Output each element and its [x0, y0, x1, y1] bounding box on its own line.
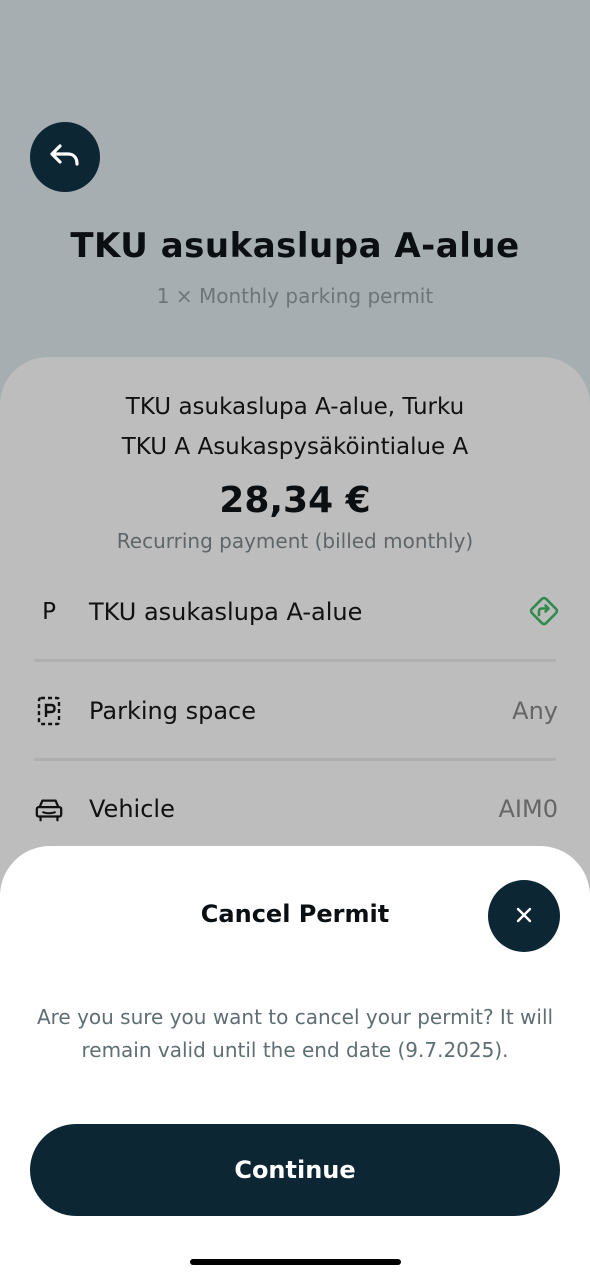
- row-label: Vehicle: [89, 795, 175, 823]
- page-title: TKU asukaslupa A-alue: [70, 226, 520, 266]
- row-vehicle[interactable]: Vehicle AIM0: [0, 780, 590, 840]
- divider: [34, 659, 556, 662]
- back-button[interactable]: [30, 122, 100, 192]
- page-subtitle: 1 × Monthly parking permit: [156, 284, 434, 308]
- back-arrow-icon: [48, 142, 82, 173]
- row-value: AIM0: [498, 795, 558, 823]
- app-screen: TKU asukaslupa A-alue 1 × Monthly parkin…: [0, 0, 590, 1279]
- close-button[interactable]: [488, 880, 560, 952]
- location-line-1: TKU asukaslupa A-alue, Turku: [125, 394, 465, 420]
- row-label: TKU asukaslupa A-alue: [89, 598, 363, 626]
- sheet-message: Are you sure you want to cancel your per…: [36, 1005, 554, 1062]
- price: 28,34 €: [219, 480, 371, 521]
- parking-space-icon: [34, 696, 64, 726]
- payment-note: Recurring payment (billed monthly): [116, 529, 474, 553]
- home-indicator: [190, 1259, 401, 1265]
- car-icon: [34, 794, 64, 824]
- directions-icon[interactable]: [528, 595, 560, 627]
- row-parking-space[interactable]: Parking space Any: [0, 682, 590, 742]
- parking-p-icon: P: [42, 599, 56, 625]
- location-line-2: TKU A Asukaspysäköintialue A: [121, 434, 469, 460]
- row-label: Parking space: [89, 697, 257, 725]
- divider: [34, 758, 556, 761]
- row-permit-zone[interactable]: P TKU asukaslupa A-alue: [0, 583, 590, 643]
- row-value: Any: [512, 697, 558, 725]
- close-icon: [516, 907, 532, 926]
- continue-button[interactable]: Continue: [30, 1124, 560, 1216]
